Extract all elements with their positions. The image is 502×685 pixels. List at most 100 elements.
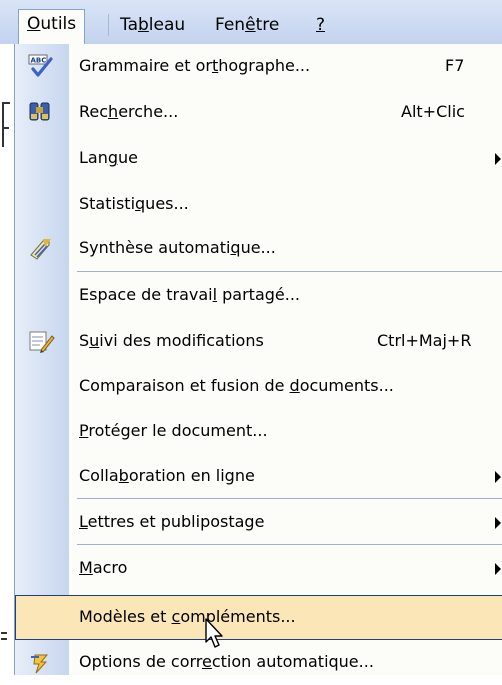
menu-aide[interactable]: ? xyxy=(308,12,333,44)
menu-tableau-pre: Ta xyxy=(120,15,138,35)
spelling-abc-icon: ABC xyxy=(28,54,53,77)
label-post: ettres et publipostage xyxy=(87,512,265,531)
menu-item-label: Modèles et compléments... xyxy=(79,607,296,626)
label-post: ompléments... xyxy=(180,607,296,626)
label-pre: Comparaison et fusion de xyxy=(79,376,290,395)
menu-item-label: Protéger le document... xyxy=(79,421,268,440)
label-pre: Synthèse automati xyxy=(79,238,231,257)
menu-bar: Outils Tableau Fenêtre ? xyxy=(0,0,502,44)
label-accel: q xyxy=(230,238,241,257)
menu-fenetre-pre: Fen xyxy=(215,15,246,35)
menu-separator xyxy=(77,271,502,272)
menu-separator xyxy=(77,498,502,499)
menu-item-label: Grammaire et orthographe... xyxy=(79,56,310,75)
menu-item-options-correction[interactable]: Options de correction automatique... xyxy=(15,640,502,685)
menu-item-label: Langue xyxy=(79,148,138,167)
label-post: ction automatique... xyxy=(211,652,374,671)
autocorrect-lightning-icon xyxy=(31,654,49,674)
menu-item-espace-travail[interactable]: Espace de travail partagé... xyxy=(15,273,502,318)
document-edge xyxy=(0,44,14,675)
menu-item-langue[interactable]: Langue xyxy=(15,136,502,181)
submenu-arrow-icon xyxy=(495,517,501,529)
label-pre: Colla xyxy=(79,466,119,485)
label-post: oration en ligne xyxy=(128,466,255,485)
menu-item-statistiques[interactable]: Statistiques... xyxy=(15,182,502,227)
menu-aide-accel: ? xyxy=(316,15,326,35)
label-pre: Espace de travai xyxy=(79,285,213,304)
label-accel: M xyxy=(79,558,93,577)
menu-outils-post: utils xyxy=(40,14,77,34)
menu-item-label: Espace de travail partagé... xyxy=(79,285,300,304)
menu-tableau[interactable]: Tableau xyxy=(112,12,193,44)
menu-fenetre[interactable]: Fenêtre xyxy=(207,12,287,44)
label-post: ue xyxy=(118,148,138,167)
outils-dropdown-menu: ABC Grammaire et orthographe... F7 Reche… xyxy=(14,44,502,675)
menu-item-lettres-publipostage[interactable]: Lettres et publipostage xyxy=(15,500,502,545)
menu-outils[interactable]: Outils xyxy=(18,9,86,44)
label-post: partagé... xyxy=(217,285,301,304)
shortcut-label: Ctrl+Maj+R xyxy=(377,331,472,350)
menu-item-label: Options de correction automatique... xyxy=(79,652,374,671)
menu-item-label: Suivi des modifications xyxy=(79,331,264,350)
track-changes-icon xyxy=(29,331,55,353)
label-accel: g xyxy=(107,148,119,167)
menu-item-label: Recherche... xyxy=(79,102,178,121)
label-post: rotéger le document... xyxy=(88,421,268,440)
label-post: hographe... xyxy=(218,56,311,75)
menu-tableau-accel: b xyxy=(138,15,149,35)
menu-item-label: Collaboration en ligne xyxy=(79,466,255,485)
label-accel: P xyxy=(79,421,89,440)
menu-item-synthese[interactable]: Synthèse automatique... xyxy=(15,226,502,271)
label-pre: Statisti xyxy=(79,194,136,213)
label-accel: u xyxy=(89,331,100,350)
menu-item-label: Lettres et publipostage xyxy=(79,512,264,531)
menu-item-label: Comparaison et fusion de documents... xyxy=(79,376,394,395)
shortcut-label: Alt+Clic xyxy=(401,102,465,121)
submenu-arrow-icon xyxy=(495,153,501,165)
mouse-cursor-icon xyxy=(205,618,223,648)
document-glyph-icon xyxy=(1,632,7,640)
menu-item-grammaire[interactable]: ABC Grammaire et orthographe... F7 xyxy=(15,44,502,89)
label-post: acro xyxy=(92,558,128,577)
document-glyph-icon xyxy=(2,127,9,147)
menu-item-modeles-complements[interactable]: Modèles et compléments... xyxy=(15,595,502,640)
menu-item-label: Statistiques... xyxy=(79,194,189,213)
label-pre: Lan xyxy=(79,148,108,167)
label-accel: c xyxy=(171,607,181,626)
menu-fenetre-post: tre xyxy=(255,15,280,35)
menubar-separator xyxy=(108,14,109,36)
menu-item-proteger-document[interactable]: Protéger le document... xyxy=(15,409,502,454)
label-accel: b xyxy=(118,466,129,485)
label-accel: L xyxy=(79,512,88,531)
menu-outils-accel: O xyxy=(27,14,41,34)
menu-item-macro[interactable]: Macro xyxy=(15,546,502,591)
menu-tableau-post: leau xyxy=(148,15,186,35)
menu-item-recherche[interactable]: Recherche... Alt+Clic xyxy=(15,90,502,135)
label-pre: S xyxy=(79,331,90,350)
submenu-arrow-icon xyxy=(495,563,501,575)
menu-item-comparaison-fusion[interactable]: Comparaison et fusion de documents... xyxy=(15,364,502,409)
label-pre: Grammaire et or xyxy=(79,56,212,75)
label-accel: q xyxy=(135,194,146,213)
submenu-arrow-icon xyxy=(495,471,501,483)
label-accel: h xyxy=(108,102,119,121)
research-binoculars-icon xyxy=(29,102,50,121)
label-accel: d xyxy=(289,376,300,395)
label-pre: Modèles et xyxy=(79,607,172,626)
menu-item-label: Synthèse automatique... xyxy=(79,238,276,257)
svg-text:ABC: ABC xyxy=(31,57,47,65)
label-post: ivi des modifications xyxy=(99,331,264,350)
shortcut-label: F7 xyxy=(445,56,465,75)
label-post: erche... xyxy=(118,102,179,121)
menu-fenetre-accel: ê xyxy=(245,15,256,35)
label-post: ue... xyxy=(240,238,276,257)
label-post: ues... xyxy=(145,194,189,213)
menu-separator xyxy=(77,544,502,545)
label-pre: Rec xyxy=(79,102,109,121)
menu-item-collaboration-ligne[interactable]: Collaboration en ligne xyxy=(15,454,502,499)
menu-item-label: Macro xyxy=(79,558,127,577)
label-pre: Options de corr xyxy=(79,652,203,671)
label-accel: e xyxy=(202,652,212,671)
autosummarize-icon xyxy=(30,239,51,260)
menu-item-suivi-modifications[interactable]: Suivi des modifications Ctrl+Maj+R xyxy=(15,319,502,364)
